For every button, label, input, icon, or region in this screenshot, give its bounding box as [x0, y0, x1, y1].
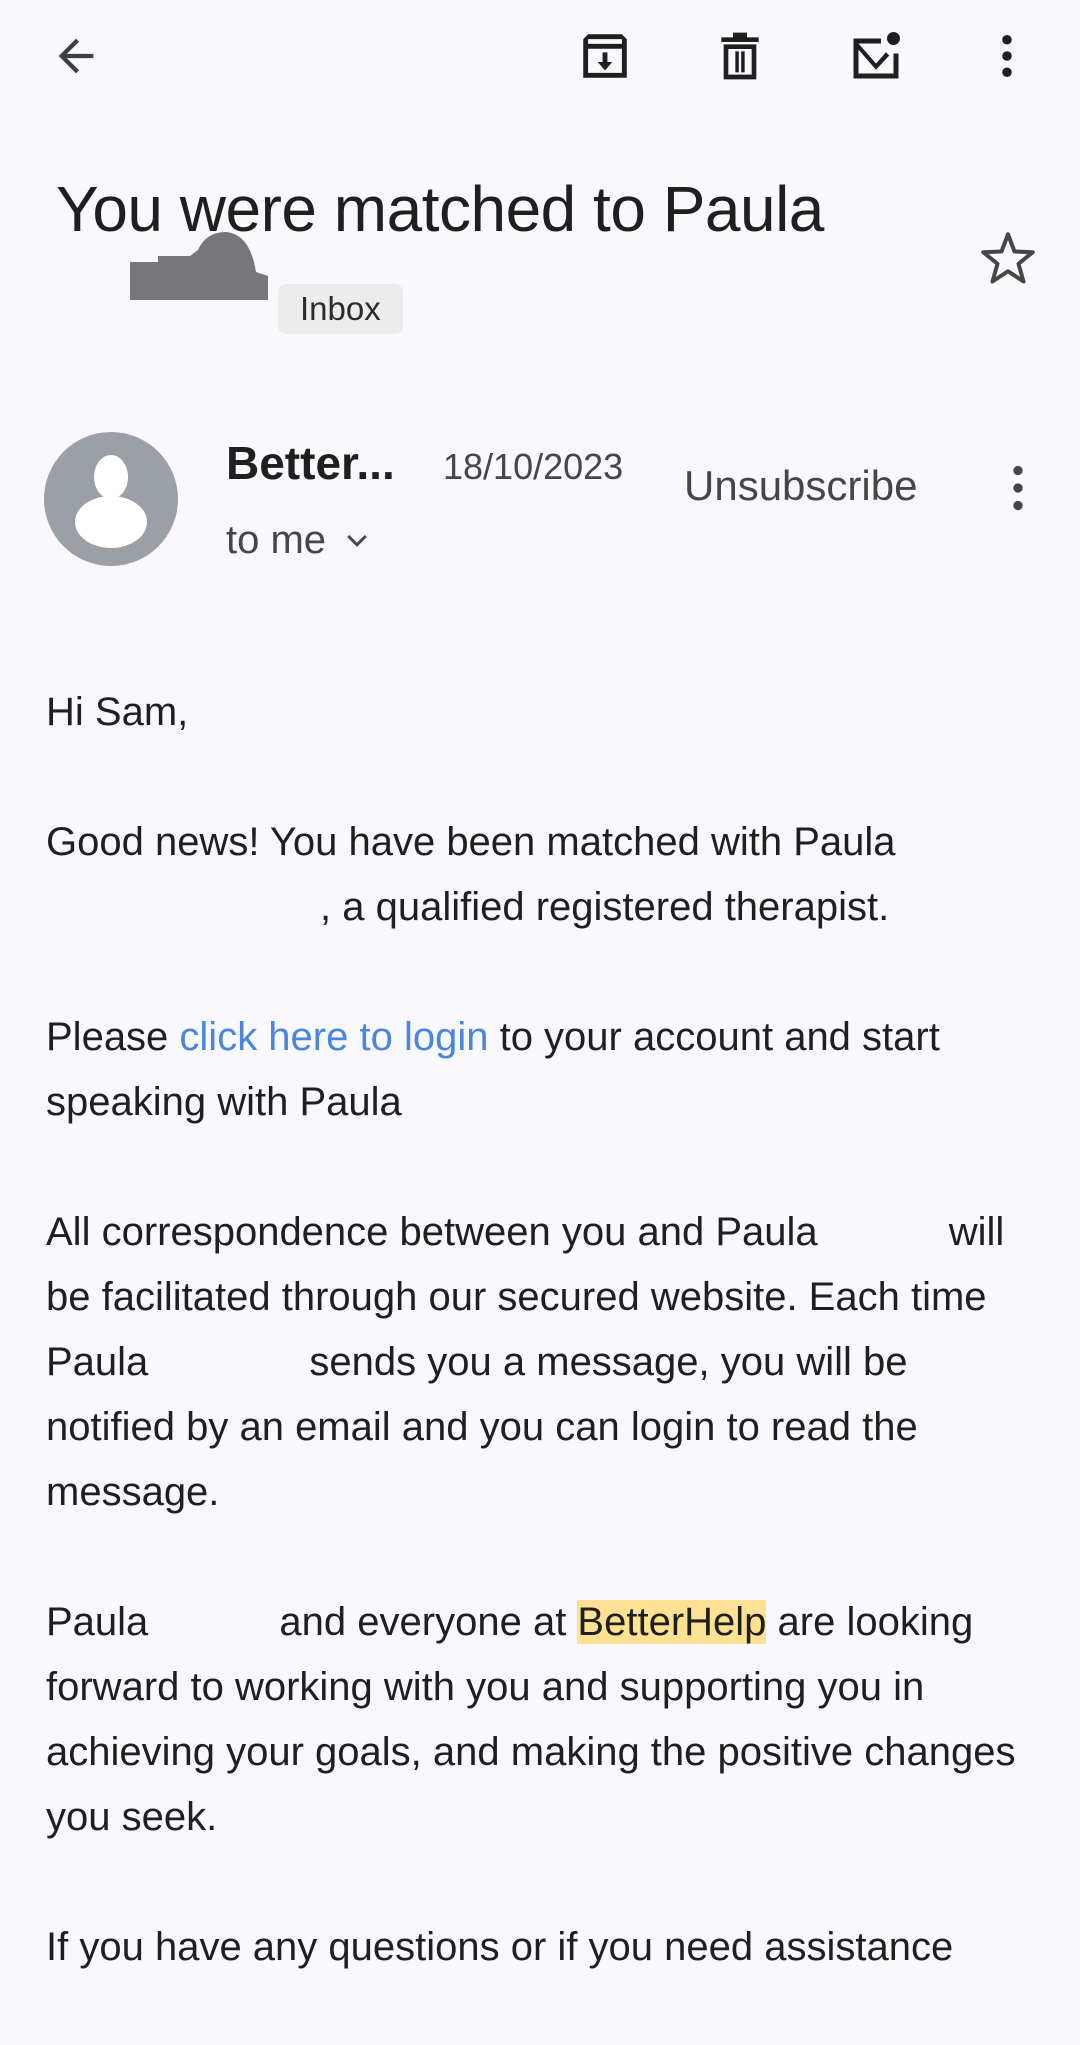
redacted-label	[130, 232, 268, 300]
star-button[interactable]	[978, 228, 1038, 293]
mark-unread-icon	[853, 32, 900, 79]
body-paragraph-3: All correspondence between you and Paula…	[46, 1200, 1046, 1525]
sender-avatar[interactable]	[44, 432, 178, 566]
arrow-left-icon	[58, 38, 94, 74]
message-more-button[interactable]	[990, 460, 1046, 521]
body-paragraph-5: If you have any questions or if you need…	[46, 1925, 954, 1969]
trash-icon	[721, 32, 759, 80]
mark-unread-button[interactable]	[836, 16, 916, 96]
body-paragraph-2: Please click here to login to your accou…	[46, 1005, 1046, 1135]
star-outline-icon	[981, 232, 1035, 284]
inbox-label-chip[interactable]: Inbox	[278, 284, 403, 334]
p4-b: and everyone at	[268, 1600, 578, 1644]
chevron-down-icon	[347, 534, 367, 547]
more-vert-icon	[1002, 34, 1012, 78]
greeting: Hi Sam,	[46, 690, 189, 734]
more-options-button[interactable]	[967, 16, 1047, 96]
p2-pre: Please	[46, 1015, 180, 1059]
sender-name[interactable]: Better...	[226, 436, 395, 490]
person-icon	[75, 455, 147, 548]
back-button[interactable]	[36, 16, 116, 96]
more-vert-icon	[1013, 465, 1023, 511]
body-paragraph-1: Good news! You have been matched with Pa…	[46, 810, 1046, 940]
p1-text: Good news! You have been matched with Pa…	[46, 820, 896, 864]
p3-c: sends you a message, you will be notifie…	[46, 1340, 918, 1514]
email-body: Hi Sam, Good news! You have been matched…	[46, 680, 1046, 2045]
email-date: 18/10/2023	[443, 446, 624, 487]
body-paragraph-4: Paula and everyone at BetterHelp are loo…	[46, 1590, 1046, 1850]
unsubscribe-button[interactable]: Unsubscribe	[684, 462, 917, 510]
recipient-label: to me	[226, 518, 327, 562]
p4-a: Paula	[46, 1600, 149, 1644]
top-app-bar	[0, 0, 1080, 112]
p1-tail: , a qualified registered therapist.	[320, 885, 890, 929]
highlighted-brand: BetterHelp	[577, 1600, 767, 1644]
archive-icon	[583, 34, 627, 78]
recipient-details-toggle[interactable]: to me	[226, 518, 372, 563]
login-link[interactable]: click here to login	[179, 1015, 488, 1059]
archive-button[interactable]	[565, 16, 645, 96]
p3-a: All correspondence between you and Paula	[46, 1210, 818, 1254]
delete-button[interactable]	[700, 16, 780, 96]
